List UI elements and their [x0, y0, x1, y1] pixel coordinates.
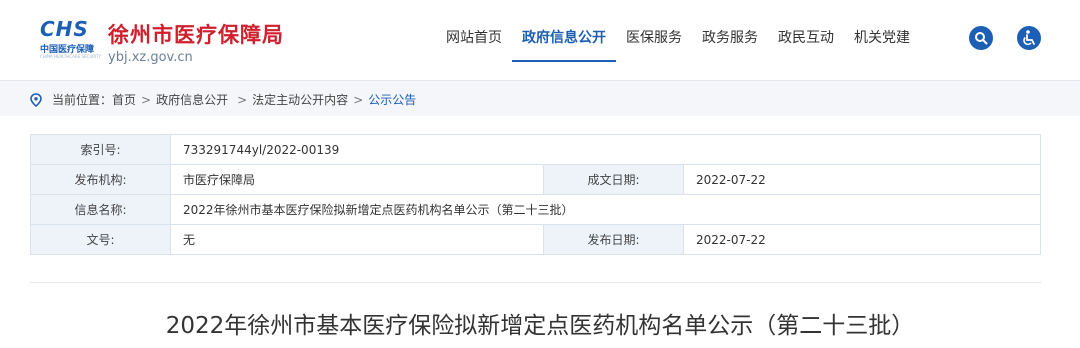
breadcrumb-separator: > — [237, 92, 248, 107]
breadcrumb: 当前位置： 首页 > 政府信息公开 > 法定主动公开内容 > 公示公告 — [30, 91, 416, 108]
table-row: 发布机构: 市医疗保障局 成文日期: 2022-07-22 — [30, 164, 1041, 195]
breadcrumb-separator: > — [353, 92, 364, 107]
main-nav: 网站首页 政府信息公开 医保服务 政务服务 政民互动 机关党建 — [436, 28, 920, 64]
breadcrumb-statutory[interactable]: 法定主动公开内容 — [252, 91, 348, 108]
nav-item-medical-service[interactable]: 医保服务 — [616, 28, 692, 64]
nav-item-interaction[interactable]: 政民互动 — [768, 28, 844, 64]
breadcrumb-bar: 当前位置： 首页 > 政府信息公开 > 法定主动公开内容 > 公示公告 — [0, 80, 1080, 116]
docno-label: 文号: — [30, 224, 171, 255]
breadcrumb-home[interactable]: 首页 — [112, 91, 136, 108]
site-header: CHS 中国医疗保障 CHINA HEALTHCARE SECURITY 徐州市… — [0, 0, 1080, 80]
breadcrumb-prefix: 当前位置： — [52, 93, 113, 107]
wheelchair-icon — [1023, 30, 1035, 46]
breadcrumb-separator: > — [141, 92, 152, 107]
site-title[interactable]: 徐州市医疗保障局 — [108, 19, 284, 49]
search-icon — [975, 32, 988, 45]
table-row: 索引号: 733291744yl/2022-00139 — [30, 134, 1041, 165]
info-meta-table: 索引号: 733291744yl/2022-00139 发布机构: 市医疗保障局… — [30, 134, 1041, 255]
article-title: 2022年徐州市基本医疗保险拟新增定点医药机构名单公示（第二十三批） — [165, 313, 915, 339]
nav-item-home[interactable]: 网站首页 — [436, 28, 512, 64]
logo-english: CHINA HEALTHCARE SECURITY — [40, 54, 102, 59]
nav-item-gov-service[interactable]: 政务服务 — [692, 28, 768, 64]
name-value: 2022年徐州市基本医疗保险拟新增定点医药机构名单公示（第二十三批） — [170, 194, 1041, 225]
logo[interactable]: CHS 中国医疗保障 CHINA HEALTHCARE SECURITY — [40, 17, 102, 59]
logo-mark: CHS — [40, 17, 89, 41]
table-row: 文号: 无 发布日期: 2022-07-22 — [30, 224, 1041, 255]
name-label: 信息名称: — [30, 194, 171, 225]
site-domain: ybj.xz.gov.cn — [108, 50, 193, 65]
org-label: 发布机构: — [30, 164, 171, 195]
docno-value: 无 — [170, 224, 544, 255]
date-value: 2022-07-22 — [683, 164, 1041, 195]
nav-item-party[interactable]: 机关党建 — [844, 28, 920, 64]
divider — [30, 282, 1041, 283]
breadcrumb-gov-info[interactable]: 政府信息公开 — [156, 91, 228, 108]
accessibility-button[interactable] — [1017, 26, 1041, 50]
pubdate-value: 2022-07-22 — [683, 224, 1041, 255]
breadcrumb-current[interactable]: 公示公告 — [368, 91, 416, 108]
index-value: 733291744yl/2022-00139 — [170, 134, 1041, 165]
org-value: 市医疗保障局 — [170, 164, 544, 195]
index-label: 索引号: — [30, 134, 171, 165]
nav-item-gov-info[interactable]: 政府信息公开 — [512, 28, 616, 64]
location-pin-icon — [30, 92, 42, 107]
table-row: 信息名称: 2022年徐州市基本医疗保险拟新增定点医药机构名单公示（第二十三批） — [30, 194, 1041, 225]
pubdate-label: 发布日期: — [543, 224, 684, 255]
search-button[interactable] — [969, 26, 993, 50]
date-label: 成文日期: — [543, 164, 684, 195]
